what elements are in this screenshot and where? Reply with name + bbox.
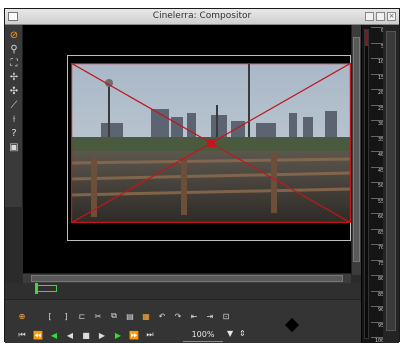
rewind-icon[interactable]: ⏮ [17,330,27,340]
window-title: Cinelerra: Compositor [152,11,252,21]
projector-icon[interactable]: ✣ [8,85,20,97]
cut-icon[interactable]: ✂ [93,311,103,321]
meter-peak-zone [365,30,368,46]
label-icon[interactable]: ⊕ [17,311,27,321]
zoom-icon[interactable]: ⚲ [8,43,20,55]
in-point-icon[interactable]: [ [45,311,55,321]
compositor-window: Cinelerra: Compositor × ⊘ ⚲ ⛶ ✢ ✣ ⟋ ⟊? ▣ [4,8,400,344]
video-canvas[interactable] [23,25,351,275]
video-preview[interactable] [71,63,351,223]
spinner-icon[interactable]: ⇕ [239,329,246,338]
timebar[interactable] [5,283,361,299]
video-frame-image [71,63,351,223]
frame-back-icon[interactable]: ◀ [65,330,75,340]
prev-label-icon[interactable]: ⇤ [189,311,199,321]
chevron-down-icon[interactable]: ▼ [227,329,233,338]
mask-icon[interactable]: ⛶ [8,57,20,69]
vertical-scroll-thumb[interactable] [353,37,360,262]
vertical-scrollbar[interactable] [351,25,361,275]
horizontal-scrollbar[interactable] [23,273,351,283]
zoom-value[interactable]: 100% [183,329,223,342]
fast-reverse-icon[interactable]: ⏪ [33,330,43,340]
control-panel: ⊕ [] ⊏ ✂ ⧉ ▤ ▦ ↶ ↷ ⇤ ⇥ ⊡ ⏮ ⏪ ◀ ◀ ■ ▶ ▶ ⏩ ⏭ 100% ▼ ⇕ [5,299,361,343]
help-icon[interactable]: ? [8,127,20,139]
redo-icon[interactable]: ↷ [173,311,183,321]
eyedropper-icon[interactable]: ⟊ [8,113,20,125]
safe-regions-icon[interactable]: ▣ [8,141,20,153]
keyframe-diamond-icon[interactable] [284,317,300,333]
paste-icon[interactable]: ▤ [125,311,135,321]
splice-icon[interactable]: ⊏ [77,311,87,321]
camera-icon[interactable]: ✢ [8,71,20,83]
fast-forward-icon[interactable]: ⏩ [129,330,139,340]
protect-icon[interactable]: ⊘ [8,29,20,41]
end-icon[interactable]: ⏭ [145,330,155,340]
stop-icon[interactable]: ■ [81,330,91,340]
meter-level-bar [364,29,369,339]
horizontal-scroll-thumb[interactable] [31,275,343,282]
tool-palette: ⊘ ⚲ ⛶ ✢ ✣ ⟋ ⟊? ▣ [5,25,23,207]
crop-icon[interactable]: ⟋ [8,99,20,111]
reverse-icon[interactable]: ◀ [49,330,59,340]
frame-forward-icon[interactable]: ▶ [97,330,107,340]
next-label-icon[interactable]: ⇥ [205,311,215,321]
meter-side-strip [383,25,399,343]
audio-meter: 0510152025303540455055606570758085909510… [361,25,384,344]
zoom-selector[interactable]: 100% ▼ ⇕ [183,329,247,342]
maximize-icon[interactable] [376,12,385,21]
title-bar[interactable]: Cinelerra: Compositor × [5,9,399,25]
minimize-icon[interactable] [365,12,374,21]
play-icon[interactable]: ▶ [113,330,123,340]
close-icon[interactable]: × [387,12,396,21]
overwrite-icon[interactable]: ▦ [141,311,151,321]
undo-icon[interactable]: ↶ [157,311,167,321]
meter-side-bar [386,31,396,331]
in-out-region[interactable] [37,285,57,292]
out-point-icon[interactable]: ] [61,311,71,321]
toclip-icon[interactable]: ⊡ [221,311,231,321]
copy-icon[interactable]: ⧉ [109,311,119,321]
